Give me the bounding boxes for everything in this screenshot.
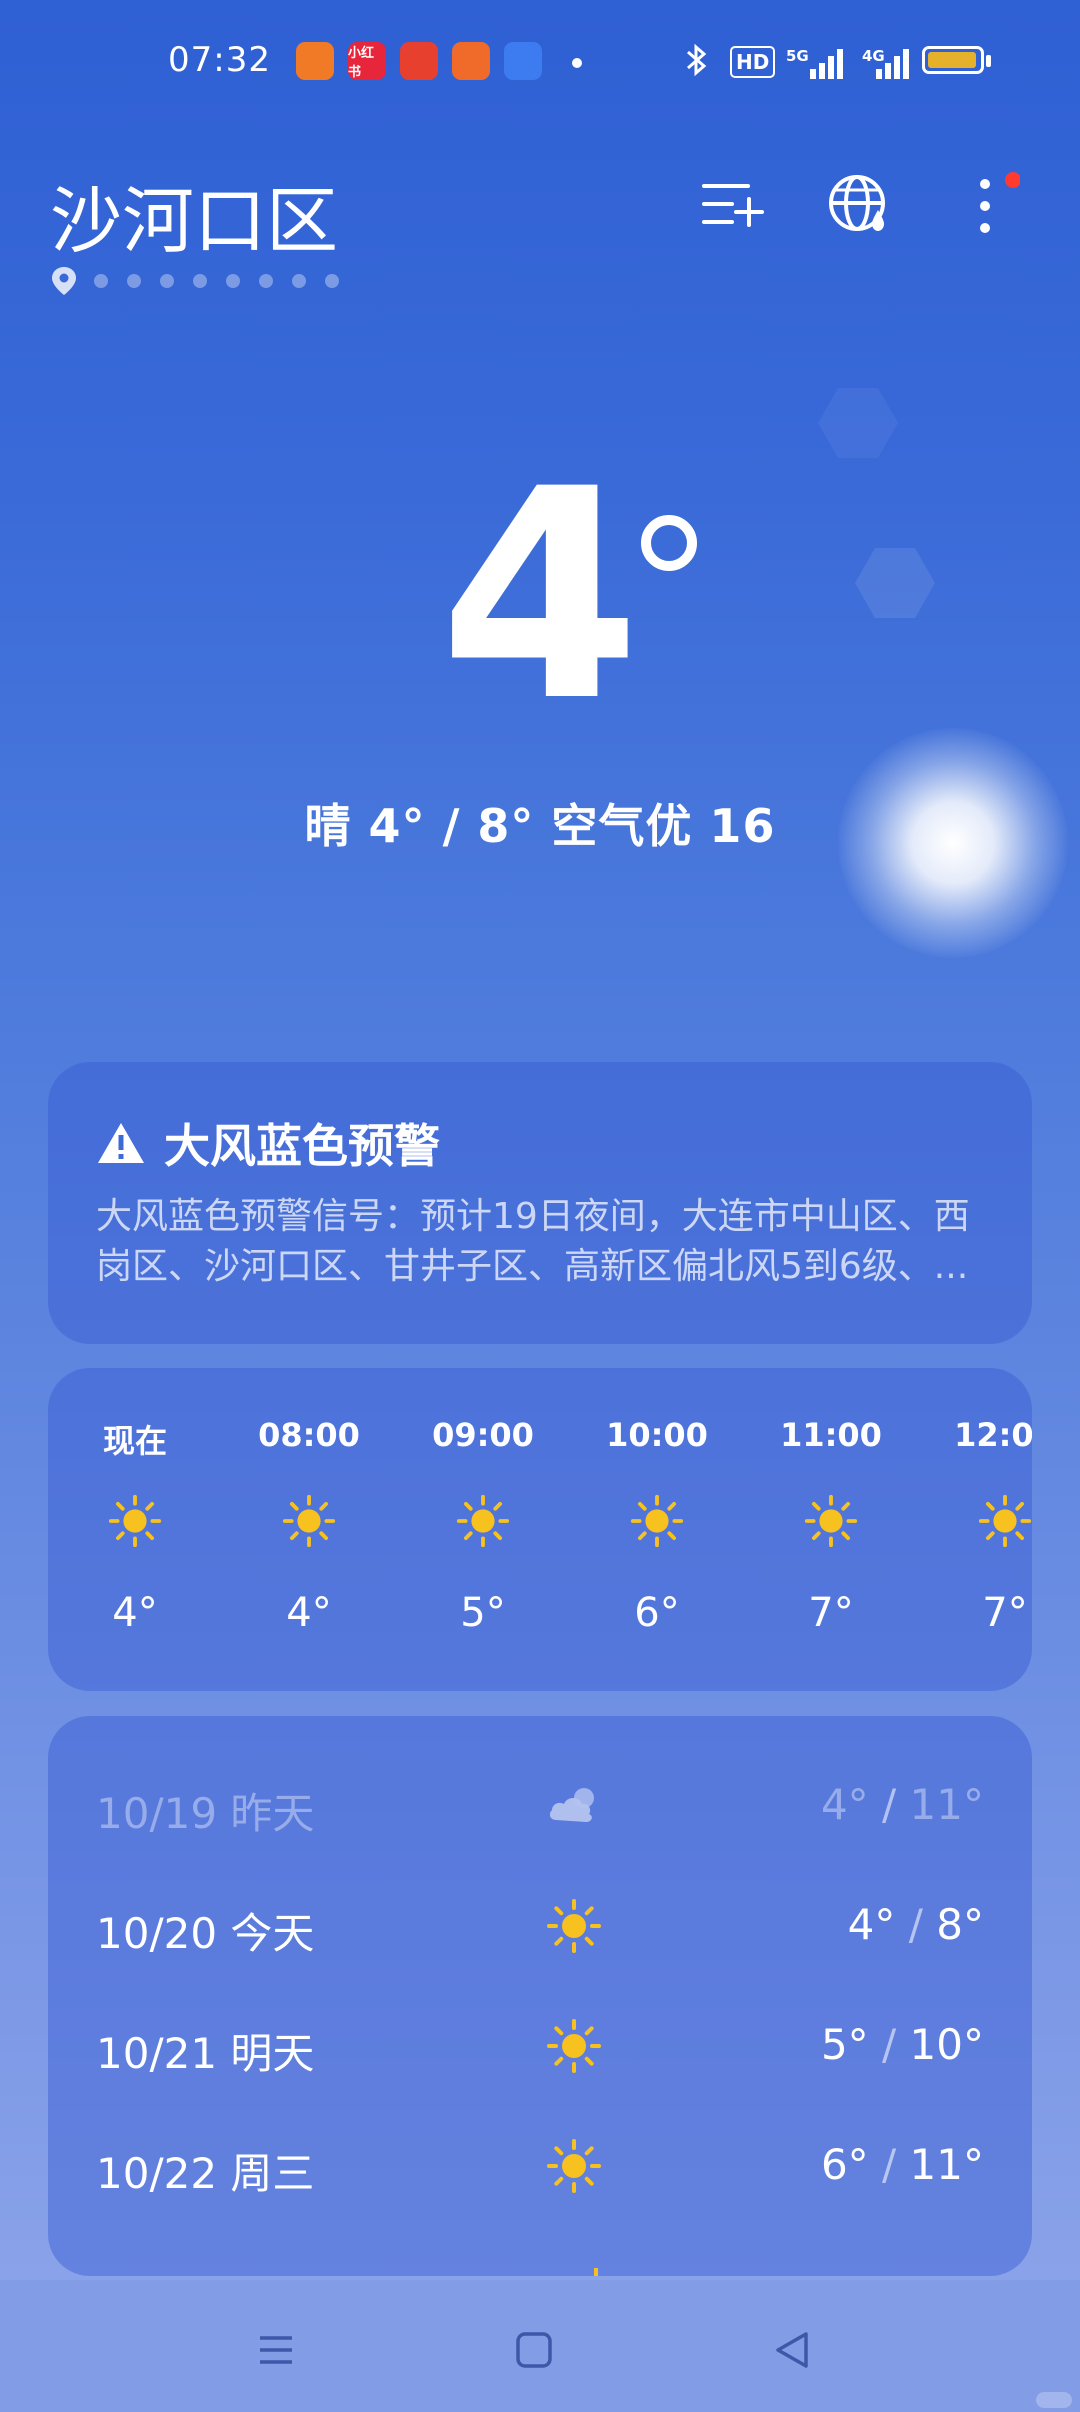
shopping-app-icon xyxy=(400,42,438,80)
location-pin-icon xyxy=(52,267,76,295)
corner-watermark-chip xyxy=(1036,2392,1072,2408)
page-dot[interactable] xyxy=(193,274,207,288)
temp-separator: / xyxy=(868,1780,910,1829)
back-nav-icon[interactable] xyxy=(762,2320,822,2380)
city-page-indicator[interactable] xyxy=(50,265,358,297)
xiaohongshu-app-icon: 小红书 xyxy=(348,42,386,80)
more-options-icon[interactable] xyxy=(950,170,1020,240)
daily-forecast-row[interactable]: 10/21 明天 5° / 10° xyxy=(48,2006,1032,2086)
day-high-temp: 11° xyxy=(909,1780,984,1829)
cloud-app-icon xyxy=(504,42,542,80)
temp-separator: / xyxy=(868,2020,910,2069)
hour-time: 11:00 xyxy=(780,1416,882,1454)
day-high-temp: 10° xyxy=(909,2020,984,2069)
hour-temperature: 4° xyxy=(286,1590,332,1636)
weather-alert-card[interactable]: 大风蓝色预警 大风蓝色预警信号：预计19日夜间，大连市中山区、西岗区、沙河口区、… xyxy=(48,1062,1032,1344)
hour-temperature: 7° xyxy=(808,1590,854,1636)
hour-time: 10:00 xyxy=(606,1416,708,1454)
sun-icon xyxy=(630,1494,684,1548)
current-temperature: 4 xyxy=(439,428,641,765)
signal-4g-icon xyxy=(876,49,909,79)
hour-temperature: 4° xyxy=(112,1590,158,1636)
page-dot[interactable] xyxy=(226,274,240,288)
day-temperature-range: 4° / 8° xyxy=(848,1900,984,1949)
menu-nav-icon[interactable] xyxy=(246,2320,306,2380)
sun-icon xyxy=(547,1899,601,1953)
taobao-app-icon xyxy=(296,42,334,80)
sun-icon xyxy=(108,1494,162,1548)
page-dot[interactable] xyxy=(292,274,306,288)
add-city-icon[interactable] xyxy=(696,170,766,240)
city-name[interactable]: 沙河口区 xyxy=(50,162,338,267)
day-low-temp: 4° xyxy=(847,1900,896,1949)
page-dot[interactable] xyxy=(94,274,108,288)
daily-forecast-row[interactable]: 10/22 周三 6° / 11° xyxy=(48,2126,1032,2206)
temp-separator: / xyxy=(868,2140,910,2189)
hour-temperature: 5° xyxy=(460,1590,506,1636)
page-dot[interactable] xyxy=(127,274,141,288)
sun-icon-partial xyxy=(594,2268,598,2276)
sun-icon xyxy=(547,2139,601,2193)
weather-summary[interactable]: 晴 4° / 8° 空气优 16 xyxy=(0,790,1080,856)
temp-separator: / xyxy=(895,1900,937,1949)
day-temperature-range: 4° / 11° xyxy=(821,1780,984,1829)
daily-forecast-card[interactable]: 10/19 昨天 4° / 11° 10/20 今天 4° / 8° 10/21 明天 5… xyxy=(48,1716,1032,2276)
day-low-temp: 6° xyxy=(820,2140,869,2189)
day-temperature-range: 6° / 11° xyxy=(821,2140,984,2189)
degree-symbol xyxy=(641,515,697,571)
hour-time: 08:00 xyxy=(258,1416,360,1454)
alert-title: 大风蓝色预警 xyxy=(164,1119,440,1173)
home-nav-icon[interactable] xyxy=(504,2320,564,2380)
cloudy-icon xyxy=(549,1788,594,1822)
day-low-temp: 5° xyxy=(820,2020,869,2069)
status-bar: 07:32 小红书 HD 5G 4G xyxy=(0,0,1080,120)
alert-title-row: 大风蓝色预警 xyxy=(96,1110,440,1176)
globe-weather-icon[interactable] xyxy=(824,170,894,240)
hd-badge: HD xyxy=(730,46,776,78)
alert-description: 大风蓝色预警信号：预计19日夜间，大连市中山区、西岗区、沙河口区、甘井子区、高新… xyxy=(96,1196,970,1287)
page-dot[interactable] xyxy=(160,274,174,288)
day-high-temp: 8° xyxy=(936,1900,984,1949)
status-time: 07:32 xyxy=(168,40,271,80)
update-badge-dot xyxy=(1005,172,1020,188)
system-navigation-bar xyxy=(0,2280,1080,2412)
day-date: 10/22 周三 xyxy=(96,2149,315,2198)
hour-time: 现在 xyxy=(102,1422,167,1460)
sun-icon xyxy=(547,2019,601,2073)
page-dot[interactable] xyxy=(325,274,339,288)
signal-5g-icon xyxy=(810,49,843,79)
warning-icon xyxy=(98,1123,144,1163)
battery-tip xyxy=(986,55,991,67)
taxi-app-icon xyxy=(452,42,490,80)
page-dot[interactable] xyxy=(259,274,273,288)
day-date: 10/20 今天 xyxy=(96,1909,315,1958)
hour-temperature: 6° xyxy=(634,1590,680,1636)
battery-icon xyxy=(922,46,984,74)
day-high-temp: 11° xyxy=(909,2140,984,2189)
sun-icon xyxy=(804,1494,858,1548)
decorative-hexagon xyxy=(818,388,898,458)
daily-forecast-row[interactable]: 10/19 昨天 4° / 11° xyxy=(48,1766,1032,1846)
sun-icon xyxy=(456,1494,510,1548)
bluetooth-icon xyxy=(687,43,707,77)
sun-icon xyxy=(282,1494,336,1548)
sun-icon xyxy=(978,1494,1032,1548)
day-low-temp: 4° xyxy=(820,1780,869,1829)
day-date: 10/19 昨天 xyxy=(96,1789,315,1838)
notification-dot xyxy=(572,58,582,68)
hour-time: 09:00 xyxy=(432,1416,534,1454)
hour-time: 12:00 xyxy=(954,1416,1032,1454)
day-temperature-range: 5° / 10° xyxy=(821,2020,984,2069)
day-date: 10/21 明天 xyxy=(96,2029,315,2078)
hourly-forecast-card[interactable]: 现在 4° 08:00 4° 09:00 5° 10:00 6° 11:00 7° 12:00 7° xyxy=(48,1368,1032,1691)
daily-forecast-row[interactable]: 10/20 今天 4° / 8° xyxy=(48,1886,1032,1966)
hour-temperature: 7° xyxy=(982,1590,1028,1636)
